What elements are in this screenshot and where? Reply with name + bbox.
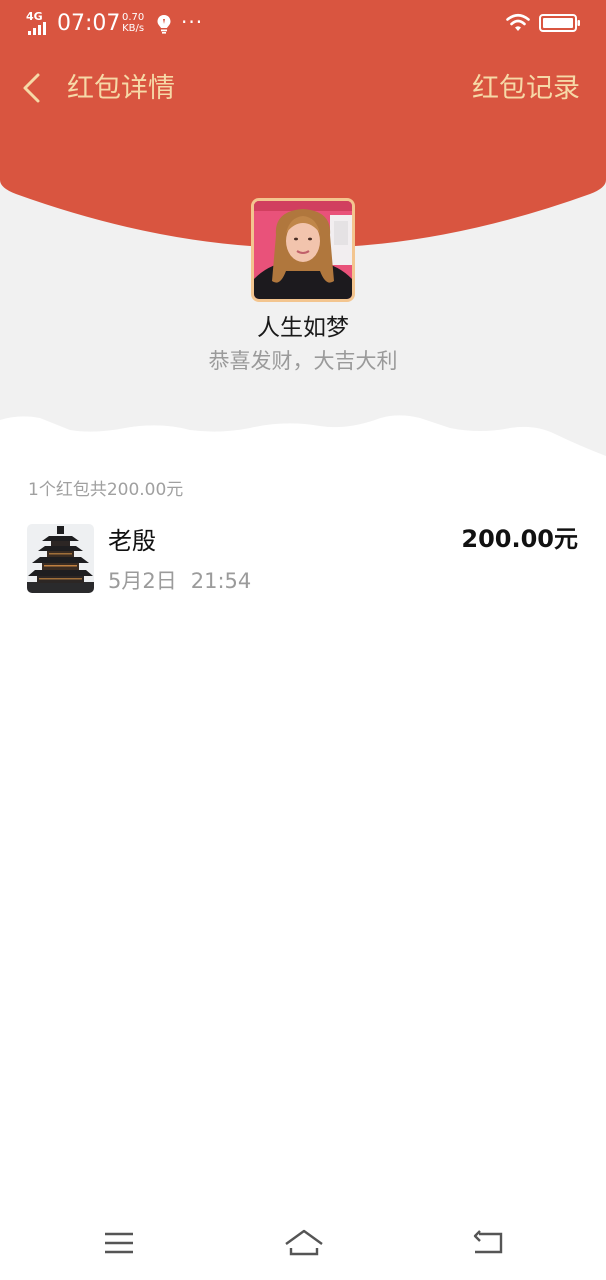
- return-icon: [473, 1230, 503, 1254]
- more-dots: ···: [181, 10, 204, 34]
- receive-clock: 21:54: [190, 569, 252, 593]
- sender-name: 人生如梦: [257, 315, 349, 341]
- receive-time: 5月2日 21:54: [108, 566, 251, 596]
- bulb-icon: [156, 14, 172, 34]
- system-back-button[interactable]: [471, 1228, 505, 1258]
- signal-icon: 4G: [26, 10, 52, 35]
- status-bar: 4G 07:07 0.70 KB/s ···: [0, 0, 606, 48]
- battery-icon: [539, 14, 581, 32]
- home-button[interactable]: [283, 1228, 325, 1258]
- receiver-avatar[interactable]: [27, 524, 94, 593]
- receive-date: 5月2日: [108, 569, 177, 593]
- received-amount: 200.00元: [461, 525, 578, 553]
- red-packet-summary: 1个红包共200.00元: [28, 480, 184, 500]
- receiver-name: 老殷: [108, 527, 156, 555]
- speed-value: 0.70: [122, 12, 145, 23]
- status-time: 07:07: [57, 11, 121, 36]
- speed-unit: KB/s: [122, 23, 145, 34]
- network-speed: 0.70 KB/s: [122, 12, 144, 34]
- page-title: 红包详情: [67, 73, 175, 104]
- sender-avatar[interactable]: [251, 198, 355, 302]
- system-navigation-bar: [0, 1220, 606, 1270]
- menu-icon: [105, 1232, 133, 1254]
- wifi-icon: [505, 13, 531, 33]
- back-button[interactable]: [14, 66, 54, 110]
- red-packet-record-link[interactable]: 红包记录: [472, 70, 580, 108]
- chevron-left-icon: [23, 73, 40, 103]
- greeting-message: 恭喜发财，大吉大利: [208, 349, 398, 373]
- menu-button[interactable]: [103, 1228, 135, 1258]
- list-item[interactable]: 老殷 5月2日 21:54 200.00元: [0, 518, 606, 604]
- home-icon: [285, 1229, 323, 1256]
